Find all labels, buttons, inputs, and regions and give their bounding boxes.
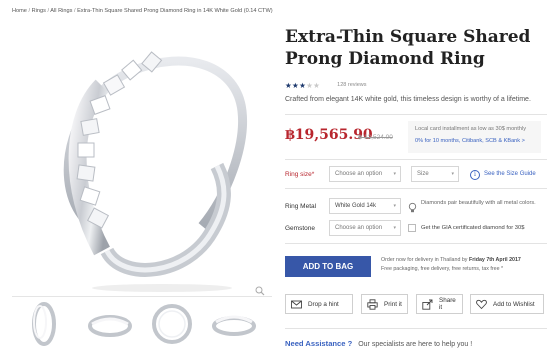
ring-metal-select-value: White Gold 14k	[335, 203, 377, 209]
size-select[interactable]: Size ▾	[411, 166, 459, 182]
chevron-down-icon: ▾	[451, 171, 454, 177]
installment-text: Local card installment as low as 30$ mon…	[415, 126, 526, 132]
gemstone-select-value: Choose an option	[335, 225, 383, 231]
ring-image	[63, 51, 248, 292]
share-icon	[422, 299, 433, 310]
divider	[285, 243, 547, 244]
breadcrumb-separator: /	[73, 8, 76, 14]
gia-checkbox[interactable]	[408, 224, 416, 232]
thumbnail[interactable]	[142, 300, 202, 348]
ring-size-select-value: Choose an option	[335, 171, 383, 177]
print-label: Print it	[384, 300, 402, 308]
product-description: Crafted from elegant 14K white gold, thi…	[285, 96, 531, 103]
size-select-value: Size	[417, 171, 429, 177]
breadcrumb-all-rings[interactable]: All Rings	[50, 8, 72, 14]
thumbnail-strip	[12, 296, 272, 350]
delivery-prefix: Order now for delivery in Thailand by	[381, 257, 468, 263]
diamond-row	[76, 51, 163, 229]
breadcrumb-separator: /	[47, 8, 50, 14]
add-to-wishlist-button[interactable]: Add to Wishlist	[470, 294, 544, 314]
delivery-terms: Free packaging, free delivery, free retu…	[381, 266, 504, 272]
ring-size-select[interactable]: Choose an option ▾	[329, 166, 401, 182]
share-button[interactable]: Share it	[416, 294, 463, 314]
thumbnail[interactable]	[14, 300, 74, 348]
star-rating: ★★★★★	[285, 81, 320, 90]
gemstone-label: Gemstone	[285, 225, 315, 232]
old-price: ฿ 12,524.00	[358, 134, 393, 141]
wishlist-label: Add to Wishlist	[493, 300, 535, 308]
breadcrumb-rings[interactable]: Rings	[32, 8, 46, 14]
size-guide-link[interactable]: See the Size Guide	[484, 171, 536, 177]
thumbnail[interactable]	[204, 300, 264, 348]
gia-label[interactable]: Get the GIA certificated diamond for 30$	[421, 225, 524, 231]
info-icon[interactable]: i	[470, 170, 480, 180]
printer-icon	[367, 298, 378, 310]
divider	[285, 328, 547, 329]
ring-metal-label: Ring Metal	[285, 203, 317, 210]
envelope-icon	[291, 300, 302, 308]
star-icon: ★	[292, 80, 300, 90]
product-title-line2: Prong Diamond Ring	[285, 49, 485, 69]
chevron-down-icon: ▾	[393, 225, 396, 231]
breadcrumb: Home / Rings / All Rings / Extra-Thin Sq…	[12, 8, 273, 14]
ring-size-label: Ring size*	[285, 171, 315, 178]
star-icon: ★	[313, 80, 321, 90]
add-to-bag-button[interactable]: ADD TO BAG	[285, 256, 371, 277]
breadcrumb-current: Extra-Thin Square Shared Prong Diamond R…	[77, 8, 273, 14]
assistance-subtitle: Our specialists are here to help you !	[358, 341, 473, 348]
delivery-date: Friday 7th April 2017	[468, 257, 521, 263]
assistance-title: Need Assistance ?	[285, 339, 353, 348]
star-icon: ★	[285, 80, 293, 90]
drop-hint-button[interactable]: Drop a hint	[285, 294, 353, 314]
chevron-down-icon: ▾	[393, 171, 396, 177]
gemstone-select[interactable]: Choose an option ▾	[329, 220, 401, 236]
breadcrumb-separator: /	[28, 8, 31, 14]
breadcrumb-home[interactable]: Home	[12, 8, 27, 14]
review-count[interactable]: 128 reviews	[337, 82, 366, 88]
assistance-banner[interactable]: Need Assistance ? Our specialists are he…	[285, 339, 472, 348]
rating[interactable]: ★★★★★ 128 reviews	[285, 80, 367, 90]
delivery-info: Order now for delivery in Thailand by Fr…	[381, 256, 546, 274]
print-button[interactable]: Print it	[361, 294, 408, 314]
zoom-icon[interactable]	[255, 283, 265, 296]
divider	[285, 188, 547, 189]
product-main-image[interactable]	[12, 26, 272, 296]
installment-link[interactable]: 0% for 10 months, Citibank, SCB & KBank …	[415, 138, 534, 144]
chevron-down-icon: ▾	[393, 203, 396, 209]
divider	[285, 159, 547, 160]
thumbnail[interactable]	[80, 300, 140, 348]
installment-box: Local card installment as low as 30$ mon…	[408, 121, 541, 153]
heart-icon	[476, 299, 487, 309]
product-title: Extra-Thin Square Shared Prong Diamond R…	[285, 26, 540, 70]
ring-metal-select[interactable]: White Gold 14k ▾	[329, 198, 401, 214]
metal-note: Diamonds pair beautifully with all metal…	[421, 200, 536, 206]
product-title-line1: Extra-Thin Square Shared	[285, 27, 531, 47]
lightbulb-icon	[408, 201, 417, 213]
share-label: Share it	[439, 297, 456, 311]
drop-hint-label: Drop a hint	[308, 300, 339, 308]
divider	[285, 114, 547, 115]
